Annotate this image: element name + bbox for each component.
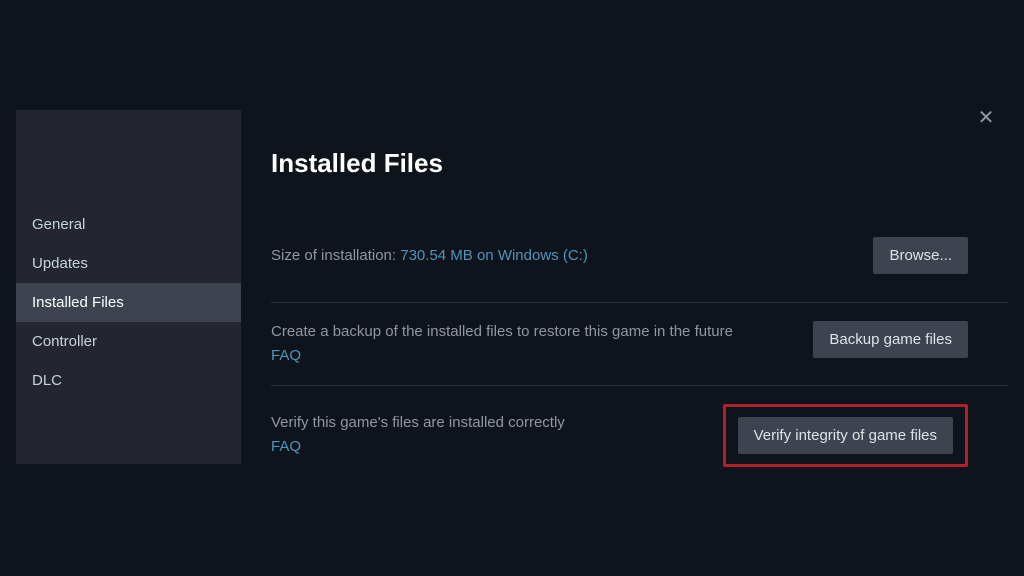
backup-description: Create a backup of the installed files t…: [271, 321, 733, 367]
properties-dialog: General Updates Installed Files Controll…: [16, 110, 1008, 464]
sidebar-item-label: DLC: [32, 372, 62, 389]
sidebar-item-label: Controller: [32, 333, 97, 350]
installation-size-text: Size of installation: 730.54 MB on Windo…: [271, 247, 588, 264]
sidebar-item-general[interactable]: General: [16, 205, 241, 244]
verify-section: Verify this game's files are installed c…: [271, 385, 1008, 485]
sidebar-item-controller[interactable]: Controller: [16, 322, 241, 361]
faq-link[interactable]: FAQ: [271, 436, 565, 458]
sidebar-item-updates[interactable]: Updates: [16, 244, 241, 283]
verify-highlight-box: Verify integrity of game files: [723, 404, 968, 467]
verify-integrity-button[interactable]: Verify integrity of game files: [738, 417, 953, 454]
sidebar-item-label: Installed Files: [32, 294, 124, 311]
sidebar-item-label: General: [32, 216, 85, 233]
size-label: Size of installation:: [271, 247, 400, 264]
backup-desc-text: Create a backup of the installed files t…: [271, 323, 733, 340]
browse-button[interactable]: Browse...: [873, 237, 968, 274]
verify-desc-text: Verify this game's files are installed c…: [271, 414, 565, 431]
sidebar: General Updates Installed Files Controll…: [16, 110, 241, 464]
page-title: Installed Files: [271, 148, 1008, 179]
backup-section: Create a backup of the installed files t…: [271, 302, 1008, 385]
backup-game-files-button[interactable]: Backup game files: [813, 321, 968, 358]
main-panel: ✕ Installed Files Size of installation: …: [241, 110, 1008, 464]
installation-size-row: Size of installation: 730.54 MB on Windo…: [271, 237, 1008, 274]
sidebar-item-installed-files[interactable]: Installed Files: [16, 283, 241, 322]
sidebar-item-dlc[interactable]: DLC: [16, 361, 241, 400]
verify-description: Verify this game's files are installed c…: [271, 412, 565, 458]
close-icon[interactable]: ✕: [974, 108, 998, 132]
sidebar-item-label: Updates: [32, 255, 88, 272]
faq-link[interactable]: FAQ: [271, 345, 733, 367]
size-value-link[interactable]: 730.54 MB on Windows (C:): [400, 247, 588, 264]
